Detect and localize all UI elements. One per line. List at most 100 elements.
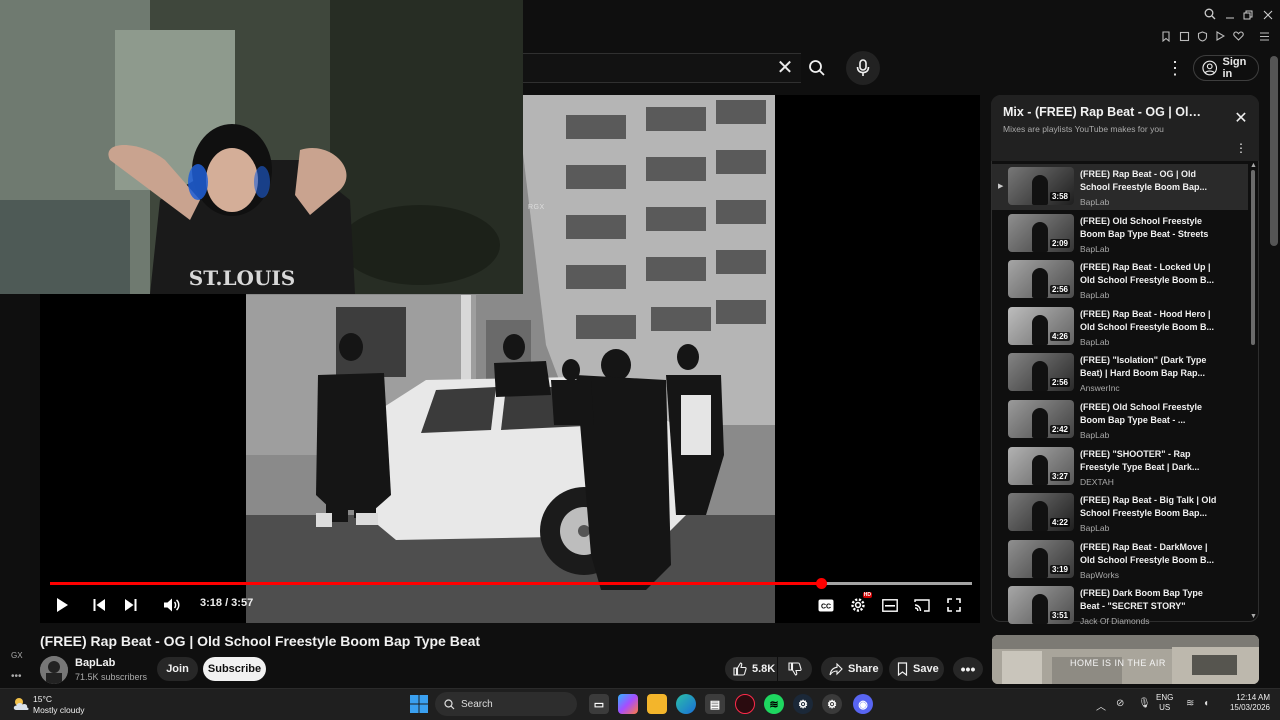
cast-button[interactable] bbox=[912, 595, 932, 615]
taskbar-search[interactable]: Search bbox=[435, 692, 577, 716]
windows-icon bbox=[410, 695, 428, 713]
clock[interactable]: 12:14 AM 15/03/2026 bbox=[1222, 693, 1270, 713]
next-button[interactable] bbox=[122, 595, 140, 615]
playlist-item[interactable]: 2:09 (FREE) Old School Freestyle Boom Bap… bbox=[992, 211, 1248, 257]
progress-scrubber[interactable] bbox=[815, 578, 827, 589]
more-actions-button[interactable]: ••• bbox=[953, 657, 983, 681]
playlist-item-thumbnail[interactable]: 2:09 bbox=[1008, 213, 1074, 252]
channel-avatar[interactable] bbox=[40, 656, 68, 684]
search-icon bbox=[444, 698, 455, 709]
playlist-item-thumbnail[interactable]: 3:51 bbox=[1008, 586, 1074, 625]
gx-more-icon[interactable]: ••• bbox=[11, 671, 22, 682]
progress-played bbox=[50, 582, 821, 585]
playlist-item-thumbnail[interactable]: 4:22 bbox=[1008, 493, 1074, 532]
search-input[interactable] bbox=[523, 53, 801, 83]
dislike-button[interactable] bbox=[778, 657, 812, 681]
volume-button[interactable] bbox=[162, 595, 182, 615]
sign-in-button[interactable]: Sign in bbox=[1193, 55, 1259, 81]
playlist-item-channel: AnswerInc bbox=[1080, 383, 1120, 394]
like-button[interactable]: 5.8K bbox=[725, 657, 777, 681]
share-button[interactable]: Share bbox=[821, 657, 883, 681]
playlist-item[interactable]: ▶ 3:58 (FREE) Rap Beat - OG | Old School F… bbox=[992, 164, 1248, 210]
sign-in-label: Sign in bbox=[1222, 56, 1247, 80]
playlist-item[interactable]: 4:22 (FREE) Rap Beat - Big Talk | Old Sch… bbox=[992, 490, 1248, 536]
opera-gx-icon[interactable] bbox=[735, 694, 755, 714]
join-button[interactable]: Join bbox=[157, 657, 198, 681]
volume-icon bbox=[164, 598, 180, 612]
playlist-item-title[interactable]: (FREE) Rap Beat - OG | Old School Freest… bbox=[1080, 168, 1220, 194]
heart-icon[interactable] bbox=[1231, 31, 1245, 45]
playlist-item-title[interactable]: (FREE) "Isolation" (Dark Type Beat) | Ha… bbox=[1080, 354, 1220, 380]
shield-icon[interactable] bbox=[1195, 31, 1209, 45]
screenshot-icon[interactable] bbox=[1177, 31, 1191, 45]
miniplayer-button[interactable] bbox=[880, 595, 900, 615]
bookmark-icon[interactable] bbox=[1159, 31, 1173, 45]
windows-start-button[interactable] bbox=[409, 694, 429, 714]
page-scrollbar[interactable] bbox=[1270, 56, 1278, 246]
playlist-item-thumbnail[interactable]: 2:56 bbox=[1008, 260, 1074, 299]
playlist-menu-icon[interactable]: ⋮ bbox=[1234, 140, 1248, 156]
speaker-icon[interactable]: ◖ bbox=[1203, 698, 1209, 709]
playlist-item[interactable]: 3:19 (FREE) Rap Beat - DarkMove | Old Sch… bbox=[992, 537, 1248, 583]
settings-menu-button[interactable]: ⋮ bbox=[1166, 57, 1184, 79]
close-icon[interactable] bbox=[1260, 8, 1276, 24]
language-indicator[interactable]: ENG US bbox=[1156, 693, 1173, 713]
fullscreen-button[interactable] bbox=[944, 595, 964, 615]
save-button[interactable]: Save bbox=[889, 657, 944, 681]
edge-icon[interactable] bbox=[676, 694, 696, 714]
playlist-item-title[interactable]: (FREE) Dark Boom Bap Type Beat - "SECRET… bbox=[1080, 587, 1220, 613]
play-button[interactable] bbox=[53, 595, 71, 615]
previous-button[interactable] bbox=[90, 595, 108, 615]
minimize-icon[interactable] bbox=[1222, 8, 1238, 24]
playlist-item-thumbnail[interactable]: 2:56 bbox=[1008, 353, 1074, 392]
captions-button[interactable]: CC bbox=[816, 595, 836, 615]
subscribe-button[interactable]: Subscribe bbox=[203, 657, 266, 681]
playlist-item[interactable]: 3:27 (FREE) "SHOOTER" - Rap Freestyle Typ… bbox=[992, 444, 1248, 490]
folder-icon[interactable] bbox=[647, 694, 667, 714]
voice-search-button[interactable] bbox=[846, 51, 880, 85]
settings-app-icon[interactable]: ⚙ bbox=[822, 694, 842, 714]
play-icon[interactable] bbox=[1213, 31, 1227, 45]
wifi-icon[interactable]: ≋ bbox=[1186, 698, 1194, 709]
playlist-item-title[interactable]: (FREE) Old School Freestyle Boom Bap Typ… bbox=[1080, 215, 1220, 241]
cloud-icon[interactable] bbox=[11, 695, 31, 713]
playlist-item[interactable]: 2:56 (FREE) Rap Beat - Locked Up | Old Sc… bbox=[992, 257, 1248, 303]
restore-icon[interactable] bbox=[1240, 8, 1256, 24]
store-icon[interactable]: ▤ bbox=[705, 694, 725, 714]
scroll-up-icon[interactable]: ▲ bbox=[1250, 162, 1257, 169]
playlist-item[interactable]: 2:56 (FREE) "Isolation" (Dark Type Beat) … bbox=[992, 350, 1248, 396]
search-icon[interactable] bbox=[1202, 8, 1218, 24]
playlist-title[interactable]: Mix - (FREE) Rap Beat - OG | Old School … bbox=[1003, 105, 1208, 119]
playlist-item[interactable]: 3:51 (FREE) Dark Boom Bap Type Beat - "SE… bbox=[992, 583, 1248, 629]
playlist-item[interactable]: 4:26 (FREE) Rap Beat - Hood Hero | Old Sc… bbox=[992, 304, 1248, 350]
playlist-item-title[interactable]: (FREE) "SHOOTER" - Rap Freestyle Type Be… bbox=[1080, 448, 1220, 474]
search-button[interactable] bbox=[801, 53, 833, 83]
show-hidden-icons[interactable]: ︿ bbox=[1096, 698, 1106, 713]
scroll-down-icon[interactable]: ▼ bbox=[1250, 613, 1257, 620]
playlist-scrollbar[interactable] bbox=[1251, 170, 1255, 345]
playlist-item-title[interactable]: (FREE) Rap Beat - DarkMove | Old School … bbox=[1080, 541, 1220, 567]
playlist-item-title[interactable]: (FREE) Rap Beat - Locked Up | Old School… bbox=[1080, 261, 1220, 287]
playlist-item-title[interactable]: (FREE) Rap Beat - Hood Hero | Old School… bbox=[1080, 308, 1220, 334]
playlist-item-thumbnail[interactable]: 3:58 bbox=[1008, 167, 1074, 205]
microphone-tray-icon[interactable]: 🎙 bbox=[1138, 698, 1151, 709]
clear-search-icon[interactable]: ✕ bbox=[775, 57, 795, 79]
thumbs-down-icon bbox=[788, 662, 802, 676]
playlist-item-thumbnail[interactable]: 3:19 bbox=[1008, 539, 1074, 578]
playlist-item-thumbnail[interactable]: 3:27 bbox=[1008, 446, 1074, 485]
spotify-icon[interactable]: ≋ bbox=[764, 694, 784, 714]
network-off-icon[interactable]: ⊘ bbox=[1116, 698, 1124, 709]
channel-name[interactable]: BapLab bbox=[75, 657, 115, 669]
task-view-icon[interactable]: ▭ bbox=[589, 694, 609, 714]
copilot-icon[interactable] bbox=[618, 694, 638, 714]
close-playlist-icon[interactable]: ✕ bbox=[1231, 109, 1251, 129]
steam-icon[interactable]: ⚙ bbox=[793, 694, 813, 714]
playlist-item-title[interactable]: (FREE) Old School Freestyle Boom Bap Typ… bbox=[1080, 401, 1220, 427]
playlist-item-thumbnail[interactable]: 4:26 bbox=[1008, 306, 1074, 345]
playlist-item[interactable]: 2:42 (FREE) Old School Freestyle Boom Bap… bbox=[992, 397, 1248, 443]
discord-icon[interactable]: ◉ bbox=[853, 694, 873, 714]
playlist-item-thumbnail[interactable]: 2:42 bbox=[1008, 400, 1074, 438]
sidebar-icon[interactable] bbox=[1257, 31, 1271, 45]
settings-button[interactable]: HD bbox=[848, 592, 872, 615]
playlist-item-title[interactable]: (FREE) Rap Beat - Big Talk | Old School … bbox=[1080, 494, 1220, 520]
